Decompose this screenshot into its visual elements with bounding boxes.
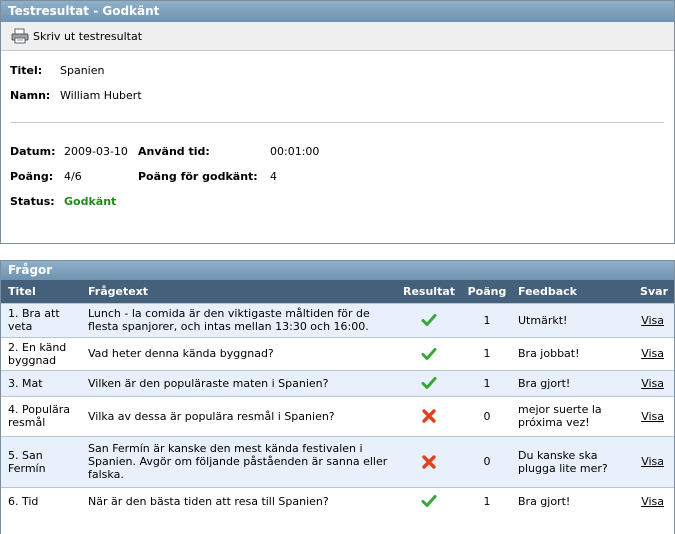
time-label: Använd tid: bbox=[138, 145, 210, 158]
result-panel-header: Testresultat - Godkänt bbox=[1, 1, 674, 22]
question-feedback: Bra jobbat! bbox=[511, 336, 619, 370]
col-header-title: Titel bbox=[1, 280, 81, 303]
table-row: 6. Tid När är den bästa tiden att resa ti… bbox=[1, 486, 674, 515]
name-label: Namn: bbox=[10, 89, 51, 102]
question-title: 2. En känd byggnad bbox=[1, 336, 81, 370]
col-header-feedback: Feedback bbox=[511, 280, 619, 303]
date-value: 2009-03-10 bbox=[64, 145, 128, 158]
result-panel: Testresultat - Godkänt Skriv ut testresu… bbox=[0, 0, 675, 244]
question-title: 1. Bra att veta bbox=[1, 302, 81, 337]
title-label: Titel: bbox=[10, 64, 43, 77]
date-label: Datum: bbox=[10, 145, 56, 158]
question-text: Vad heter denna kända byggnad? bbox=[81, 336, 395, 370]
question-points: 1 bbox=[463, 369, 511, 396]
pass-points-label: Poäng för godkänt: bbox=[138, 170, 258, 183]
question-answer-cell: Visa bbox=[619, 302, 674, 337]
table-row: 2. En känd byggnad Vad heter denna kända … bbox=[1, 336, 674, 370]
question-text: Lunch - la comida är den viktigaste målt… bbox=[81, 302, 395, 337]
title-value: Spanien bbox=[60, 64, 105, 77]
status-label: Status: bbox=[10, 195, 55, 208]
table-row: 1. Bra att veta Lunch - la comida är den … bbox=[1, 302, 674, 337]
question-result bbox=[395, 395, 463, 436]
table-row: 3. Mat Vilken är den populäraste maten i … bbox=[1, 369, 674, 396]
show-answer-link[interactable]: Visa bbox=[641, 314, 664, 327]
status-value: Godkänt bbox=[64, 195, 117, 208]
divider bbox=[11, 122, 664, 123]
check-icon bbox=[421, 346, 437, 362]
question-points: 1 bbox=[463, 302, 511, 337]
question-points: 0 bbox=[463, 395, 511, 436]
table-header-row: Titel Frågetext Resultat Poäng Feedback … bbox=[1, 280, 674, 303]
question-result bbox=[395, 302, 463, 337]
question-answer-cell: Visa bbox=[619, 435, 674, 487]
question-title: 4. Populära resmål bbox=[1, 395, 81, 436]
show-answer-link[interactable]: Visa bbox=[641, 455, 664, 468]
question-feedback: Du kanske ska plugga lite mer? bbox=[511, 435, 619, 487]
question-feedback: Bra gjort! bbox=[511, 486, 619, 515]
question-text: San Fermín är kanske den mest kända fest… bbox=[81, 435, 395, 487]
show-answer-link[interactable]: Visa bbox=[641, 377, 664, 390]
question-text: Vilken är den populäraste maten i Spanie… bbox=[81, 369, 395, 396]
question-points: 1 bbox=[463, 486, 511, 515]
question-text: När är den bästa tiden att resa till Spa… bbox=[81, 486, 395, 515]
table-row: 5. San Fermín San Fermín är kanske den me… bbox=[1, 435, 674, 487]
question-feedback: Bra gjort! bbox=[511, 369, 619, 396]
cross-icon bbox=[421, 408, 437, 424]
question-text: Vilka av dessa är populära resmål i Span… bbox=[81, 395, 395, 436]
points-label: Poäng: bbox=[10, 170, 54, 183]
table-row: 4. Populära resmål Vilka av dessa är popu… bbox=[1, 395, 674, 436]
question-answer-cell: Visa bbox=[619, 369, 674, 396]
pass-points-value: 4 bbox=[270, 170, 277, 183]
question-result bbox=[395, 435, 463, 487]
col-header-answer: Svar bbox=[619, 280, 674, 303]
questions-panel: Frågor Titel Frågetext Resultat Poäng Fe… bbox=[0, 260, 675, 534]
check-icon bbox=[421, 375, 437, 391]
col-header-result: Resultat bbox=[395, 280, 463, 303]
show-answer-link[interactable]: Visa bbox=[641, 347, 664, 360]
show-answer-link[interactable]: Visa bbox=[641, 495, 664, 508]
question-result bbox=[395, 486, 463, 515]
points-value: 4/6 bbox=[64, 170, 82, 183]
question-answer-cell: Visa bbox=[619, 336, 674, 370]
show-answer-link[interactable]: Visa bbox=[641, 410, 664, 423]
question-answer-cell: Visa bbox=[619, 486, 674, 515]
question-result bbox=[395, 336, 463, 370]
time-value: 00:01:00 bbox=[270, 145, 320, 158]
check-icon bbox=[421, 312, 437, 328]
question-result bbox=[395, 369, 463, 396]
question-points: 0 bbox=[463, 435, 511, 487]
check-icon bbox=[421, 493, 437, 509]
question-title: 5. San Fermín bbox=[1, 435, 81, 487]
question-answer-cell: Visa bbox=[619, 395, 674, 436]
col-header-points: Poäng bbox=[463, 280, 511, 303]
name-value: William Hubert bbox=[60, 89, 142, 102]
question-title: 6. Tid bbox=[1, 486, 81, 515]
question-title: 3. Mat bbox=[1, 369, 81, 396]
question-feedback: Utmärkt! bbox=[511, 302, 619, 337]
question-points: 1 bbox=[463, 336, 511, 370]
cross-icon bbox=[421, 454, 437, 470]
col-header-text: Frågetext bbox=[81, 280, 395, 303]
question-feedback: mejor suerte la próxima vez! bbox=[511, 395, 619, 436]
printer-icon[interactable] bbox=[11, 28, 29, 44]
toolbar: Skriv ut testresultat bbox=[1, 22, 674, 51]
print-result-link[interactable]: Skriv ut testresultat bbox=[33, 30, 142, 43]
questions-table: Titel Frågetext Resultat Poäng Feedback … bbox=[1, 280, 674, 515]
questions-panel-header: Frågor bbox=[1, 261, 674, 280]
